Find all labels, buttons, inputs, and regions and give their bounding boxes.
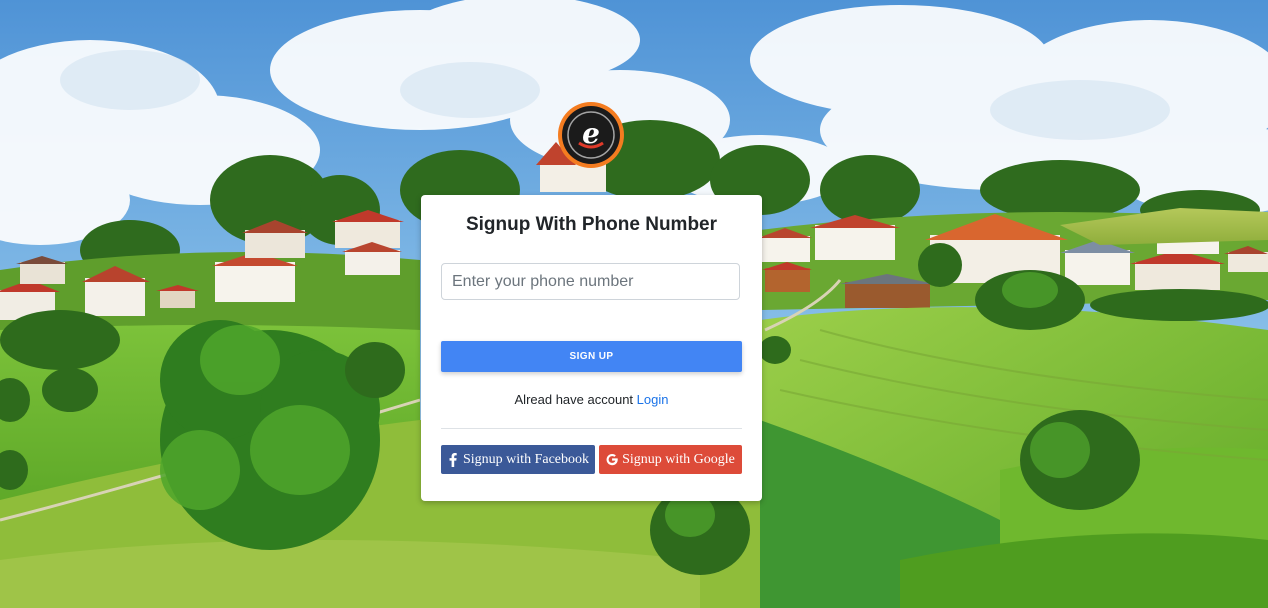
signup-google-button[interactable]: Signup with Google	[599, 445, 742, 474]
brand-logo: e	[557, 101, 625, 169]
signup-button[interactable]: SIGN UP	[441, 341, 742, 372]
signup-card: Signup With Phone Number SIGN UP Alread …	[421, 195, 762, 501]
svg-text:e: e	[582, 117, 600, 150]
google-label: Signup with Google	[622, 451, 735, 467]
signup-facebook-button[interactable]: Signup with Facebook	[441, 445, 595, 474]
phone-number-input[interactable]	[441, 263, 740, 300]
login-link[interactable]: Login	[637, 392, 669, 407]
have-account-text: Alread have account	[514, 392, 637, 407]
facebook-label: Signup with Facebook	[463, 451, 589, 467]
login-prompt: Alread have account Login	[421, 392, 762, 407]
divider	[441, 428, 742, 429]
page-title: Signup With Phone Number	[465, 214, 718, 235]
google-icon	[606, 453, 618, 467]
facebook-icon	[447, 452, 459, 467]
e-logo-icon: e	[558, 102, 624, 168]
